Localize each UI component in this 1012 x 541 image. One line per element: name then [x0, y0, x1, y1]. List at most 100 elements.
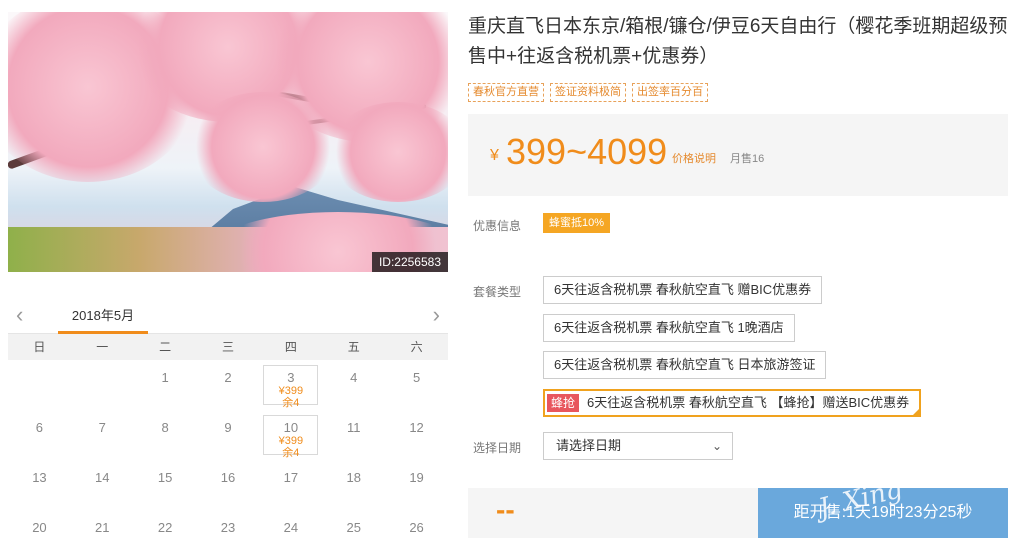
tag-official: 春秋官方直营: [468, 83, 544, 102]
total-price: --: [496, 494, 515, 525]
day-number: 2: [224, 370, 232, 385]
promo-badge: 蜂蜜抵10%: [543, 213, 611, 233]
day-number: 20: [32, 520, 47, 535]
day-number: 12: [409, 420, 424, 435]
day-price: ¥399: [278, 385, 304, 397]
promo-label: 优惠信息: [473, 219, 522, 233]
calendar-grid: 1 2 3 ¥399 余4 4 5 6 7 8 9 10 ¥399 余4 11 12 13 14 15 16 17 18 1…: [8, 360, 448, 541]
calendar-day: 14: [71, 460, 134, 510]
day-number: 1: [161, 370, 169, 385]
day-price: ¥399: [278, 435, 304, 447]
calendar-day: 18: [322, 460, 385, 510]
calendar-day: 4: [322, 360, 385, 410]
price-explain-link[interactable]: 价格说明: [672, 150, 716, 166]
weekday-label: 日: [33, 340, 46, 354]
day-number: 22: [157, 520, 173, 535]
currency-symbol: ¥: [490, 147, 499, 164]
calendar-day: 13: [8, 460, 71, 510]
calendar-day: [71, 360, 134, 410]
calendar-day: 19: [385, 460, 448, 510]
price-box: ¥ 399~4099 价格说明 月售16: [468, 114, 1008, 196]
calendar-day-available[interactable]: 3 ¥399 余4: [263, 365, 319, 409]
day-number: 7: [98, 420, 106, 435]
calendar-day: 12: [385, 410, 448, 460]
day-number: 23: [220, 520, 236, 535]
product-page: ID:2256583 ‹ 2018年5月 › 日一二三四五六 1 2 3 ¥399 余4…: [0, 0, 1012, 541]
day-remaining: 余4: [282, 447, 300, 459]
date-select[interactable]: 请选择日期 ⌄: [543, 432, 733, 460]
day-number: 14: [95, 470, 110, 485]
day-number: 18: [346, 470, 361, 485]
calendar-day: 7: [71, 410, 134, 460]
image-id-badge: ID:2256583: [371, 252, 448, 272]
product-title: 重庆直飞日本东京/箱根/镰仓/伊豆6天自由行（樱花季班期超级预售中+往返含税机票…: [468, 16, 1008, 67]
day-number: 24: [283, 520, 299, 535]
calendar-nav: ‹ 2018年5月 ›: [8, 298, 448, 334]
calendar-day: 24: [259, 510, 322, 541]
package-option-4[interactable]: 蜂抢 6天往返含税机票 春秋航空直飞 【蜂抢】赠送BIC优惠券: [543, 389, 922, 417]
weekday-label: 四: [284, 340, 297, 354]
product-tags: 春秋官方直营 签证资料极简 出签率百分百: [468, 83, 708, 102]
blossom-graphic: [328, 102, 448, 202]
calendar-day: 8: [134, 410, 197, 460]
tag-visa: 签证资料极简: [550, 83, 626, 102]
price-range: 399~4099: [506, 131, 668, 172]
calendar-month[interactable]: 2018年5月: [58, 298, 148, 334]
day-number: 13: [32, 470, 47, 485]
calendar-day: 1: [134, 360, 197, 410]
day-number: 5: [412, 370, 421, 385]
package-option-1[interactable]: 6天往返含税机票 春秋航空直飞 赠BIC优惠券: [543, 276, 823, 304]
day-number: 6: [35, 420, 44, 435]
calendar-day: 11: [322, 410, 385, 460]
day-number: 9: [224, 420, 232, 435]
total-price-bar: --: [468, 488, 758, 538]
weekday-label: 一: [96, 340, 109, 354]
date-select-value: 请选择日期: [556, 438, 622, 453]
calendar-weekdays: 日一二三四五六: [8, 334, 448, 360]
package-option-2[interactable]: 6天往返含税机票 春秋航空直飞 1晚酒店: [543, 314, 795, 342]
calendar-day: 15: [134, 460, 197, 510]
chevron-down-icon: ⌄: [711, 439, 722, 453]
product-image[interactable]: ID:2256583: [8, 12, 448, 272]
day-number: 10: [283, 420, 299, 435]
day-remaining: 余4: [282, 397, 300, 409]
calendar-day: 23: [197, 510, 260, 541]
calendar-day-available[interactable]: 10 ¥399 余4: [263, 415, 319, 459]
package-option-3[interactable]: 6天往返含税机票 春秋航空直飞 日本旅游签证: [543, 351, 827, 379]
tag-approval: 出签率百分百: [632, 83, 708, 102]
day-number: 25: [346, 520, 361, 535]
day-number: 4: [350, 370, 358, 385]
date-label: 选择日期: [473, 441, 522, 455]
chevron-left-icon[interactable]: ‹: [16, 302, 23, 328]
calendar-day: 16: [197, 460, 260, 510]
day-number: 8: [161, 420, 169, 435]
day-number: 26: [409, 520, 424, 535]
calendar-day: 22: [134, 510, 197, 541]
weekday-label: 二: [159, 340, 172, 354]
day-number: 15: [157, 470, 173, 485]
day-number: 21: [95, 520, 110, 535]
calendar-day: [8, 360, 71, 410]
calendar-day: 17: [259, 460, 322, 510]
calendar-day: 2: [197, 360, 260, 410]
calendar-day: 20: [8, 510, 71, 541]
weekday-label: 六: [410, 340, 423, 354]
countdown-buy-button[interactable]: 距开售:1天19时23分25秒: [758, 488, 1008, 538]
weekday-label: 五: [347, 340, 360, 354]
weekday-label: 三: [221, 340, 234, 354]
day-number: 3: [287, 370, 295, 385]
day-number: 11: [346, 420, 361, 435]
calendar-day: 21: [71, 510, 134, 541]
calendar-day: 26: [385, 510, 448, 541]
package-option-4-label: 6天往返含税机票 春秋航空直飞 【蜂抢】赠送BIC优惠券: [587, 395, 910, 410]
day-number: 19: [409, 470, 424, 485]
monthly-sales: 月售16: [730, 153, 765, 165]
calendar-day: 6: [8, 410, 71, 460]
package-label: 套餐类型: [473, 285, 522, 299]
blossom-graphic: [188, 92, 338, 202]
calendar-day: 9: [197, 410, 260, 460]
day-number: 17: [283, 470, 299, 485]
calendar-day: 25: [322, 510, 385, 541]
chevron-right-icon[interactable]: ›: [433, 302, 440, 328]
calendar-day: 5: [385, 360, 448, 410]
